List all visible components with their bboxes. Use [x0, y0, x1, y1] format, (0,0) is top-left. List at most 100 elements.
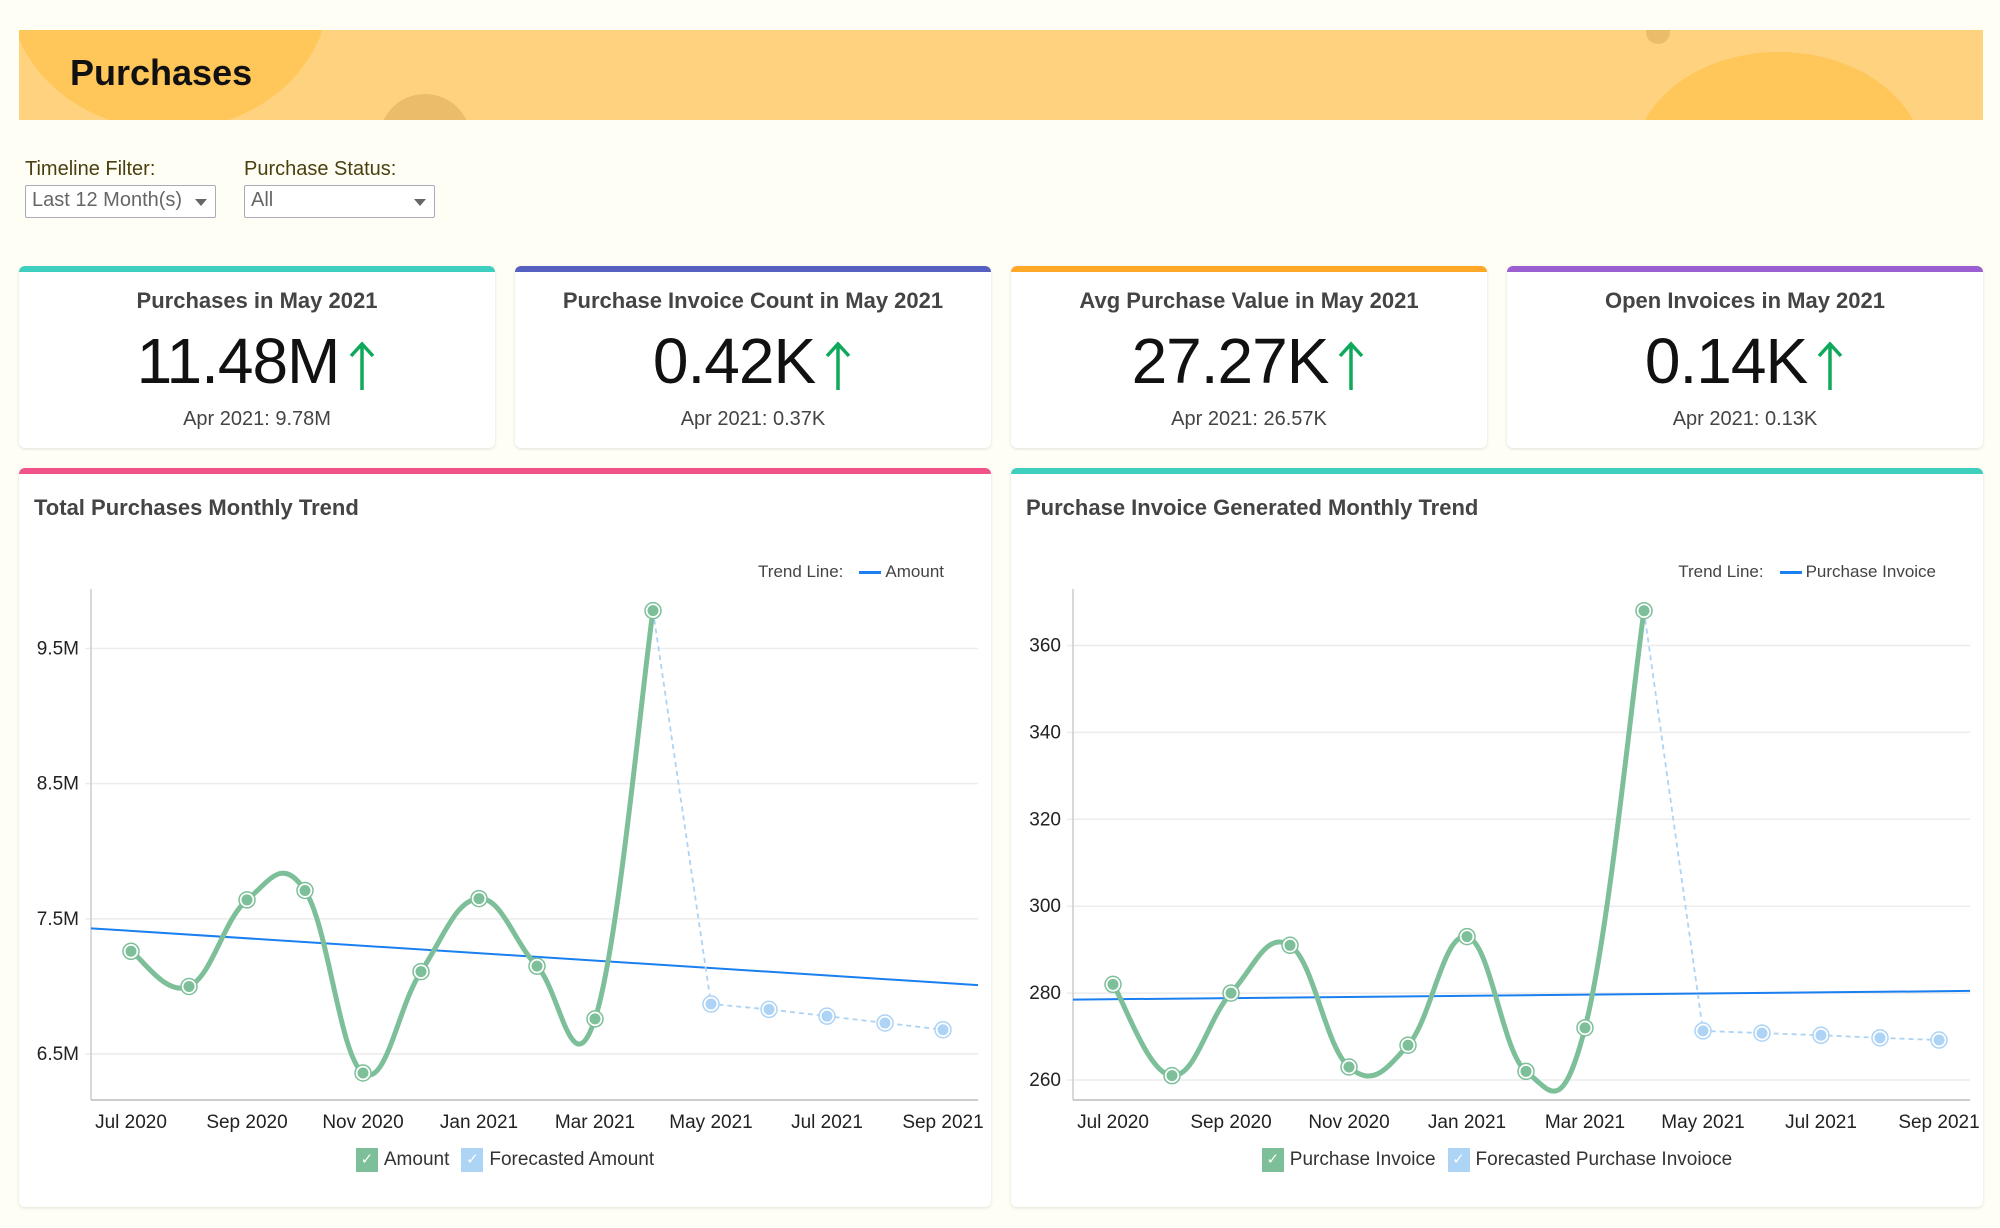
y-tick-label: 300	[1029, 896, 1061, 917]
forecast-point	[821, 1010, 833, 1022]
x-tick-label: Jul 2021	[791, 1112, 863, 1133]
chart-card-invoice-trend: Purchase Invoice Generated Monthly Trend…	[1011, 468, 1983, 1207]
data-point	[1402, 1039, 1414, 1051]
data-point	[589, 1013, 601, 1025]
x-tick-label: Sep 2020	[1190, 1112, 1271, 1133]
x-tick-label: Sep 2021	[1898, 1112, 1979, 1133]
forecast-point	[705, 998, 717, 1010]
kpi-card-invoice-count: Purchase Invoice Count in May 2021 0.42K…	[515, 266, 991, 448]
data-point	[1284, 939, 1296, 951]
data-point	[1225, 987, 1237, 999]
data-point	[299, 884, 311, 896]
legend-label: Purchase Invoice	[1289, 1149, 1436, 1170]
data-point	[183, 980, 195, 992]
legend-label: Forecasted Purchase Invoioce	[1475, 1149, 1733, 1170]
kpi-card-purchases: Purchases in May 2021 11.48M Apr 2021: 9…	[19, 266, 495, 448]
chevron-down-icon	[195, 199, 207, 206]
kpi-card-avg-purchase-value: Avg Purchase Value in May 2021 27.27K Ap…	[1011, 266, 1487, 448]
kpi-previous-value: Apr 2021: 9.78M	[183, 408, 331, 430]
kpi-previous-value: Apr 2021: 26.57K	[1171, 408, 1327, 430]
x-tick-label: Nov 2020	[322, 1112, 403, 1133]
kpi-title: Avg Purchase Value in May 2021	[1079, 288, 1419, 313]
decorative-circle	[1646, 30, 1670, 44]
page-header-banner: Purchases	[19, 30, 1983, 120]
check-icon: ✓	[1447, 1148, 1470, 1172]
y-tick-label: 6.5M	[37, 1044, 79, 1065]
actual-series-line	[1110, 610, 1647, 1094]
trend-line	[1072, 989, 1971, 1001]
line-chart: 260 280 300 320 340 360 Jul 2020 Sep 2020 Nov 20…	[1029, 589, 1980, 1133]
y-tick-label: 360	[1029, 635, 1061, 656]
chart-legend: ✓ Purchase Invoice ✓ Forecasted Purchase…	[1011, 1148, 1983, 1172]
forecast-series-line	[1643, 610, 1940, 1041]
kpi-accent-bar	[19, 266, 495, 272]
actual-series-line	[129, 610, 656, 1078]
timeline-filter-label: Timeline Filter:	[25, 158, 156, 180]
timeline-filter: Timeline Filter: Last 12 Month(s)	[25, 158, 216, 218]
page-title: Purchases	[70, 52, 253, 93]
forecast-point	[1697, 1025, 1709, 1037]
y-tick-label: 8.5M	[37, 774, 79, 795]
arrow-up-icon	[825, 341, 851, 390]
kpi-value: 11.48M	[136, 325, 341, 397]
kpi-previous-value: Apr 2021: 0.37K	[680, 408, 826, 430]
data-point	[1107, 978, 1119, 990]
x-tick-label: Jul 2020	[1077, 1112, 1149, 1133]
forecast-point	[1815, 1029, 1827, 1041]
legend-item-actual[interactable]: ✓ Amount	[355, 1148, 450, 1172]
arrow-up-icon	[1339, 341, 1364, 390]
check-icon: ✓	[461, 1148, 484, 1172]
y-tick-label: 280	[1029, 983, 1061, 1004]
x-tick-label: Sep 2020	[206, 1112, 287, 1133]
line-chart: 6.5M 7.5M 8.5M 9.5M Jul 2020 Sep 2020 Nov 2020…	[37, 589, 984, 1133]
legend-item-actual[interactable]: ✓ Purchase Invoice	[1261, 1148, 1436, 1172]
timeline-filter-select[interactable]: Last 12 Month(s)	[25, 185, 216, 218]
forecast-point	[937, 1024, 949, 1036]
purchase-status-label: Purchase Status:	[244, 158, 397, 180]
data-point	[241, 894, 253, 906]
kpi-title: Purchase Invoice Count in May 2021	[562, 288, 944, 313]
legend-label: Amount	[383, 1149, 450, 1170]
purchase-status-filter: Purchase Status: All	[244, 158, 435, 218]
arrow-up-icon	[350, 341, 375, 390]
chevron-down-icon	[414, 199, 426, 206]
legend-item-forecast[interactable]: ✓ Forecasted Purchase Invoioce	[1447, 1148, 1733, 1172]
x-tick-label: Mar 2021	[555, 1112, 635, 1133]
data-point	[1638, 605, 1650, 617]
kpi-card-open-invoices: Open Invoices in May 2021 0.14K Apr 2021…	[1507, 266, 1983, 448]
kpi-previous-value: Apr 2021: 0.13K	[1672, 408, 1818, 430]
data-point	[1579, 1022, 1591, 1034]
check-icon: ✓	[1261, 1148, 1284, 1172]
kpi-title: Open Invoices in May 2021	[1604, 288, 1885, 313]
x-tick-label: Jul 2020	[95, 1112, 167, 1133]
x-tick-label: Mar 2021	[1545, 1112, 1625, 1133]
y-tick-label: 7.5M	[37, 909, 79, 930]
x-tick-label: Jan 2021	[440, 1112, 518, 1133]
forecast-point	[879, 1017, 891, 1029]
chart-card-total-purchases: Total Purchases Monthly Trend Trend Line…	[19, 468, 991, 1207]
x-tick-label: Jul 2021	[1785, 1112, 1857, 1133]
x-tick-label: May 2021	[1661, 1112, 1744, 1133]
kpi-accent-bar	[1507, 266, 1983, 272]
data-point	[647, 605, 659, 617]
kpi-accent-bar	[1011, 266, 1487, 272]
decorative-circle	[379, 94, 471, 120]
data-point	[473, 893, 485, 905]
y-tick-label: 9.5M	[37, 638, 79, 659]
forecast-point	[1933, 1034, 1945, 1046]
data-point	[1520, 1065, 1532, 1077]
data-point	[1166, 1070, 1178, 1082]
forecast-point	[1874, 1032, 1886, 1044]
y-tick-label: 340	[1029, 722, 1061, 743]
y-tick-label: 260	[1029, 1070, 1061, 1091]
data-point	[1461, 931, 1473, 943]
kpi-title: Purchases in May 2021	[136, 288, 378, 313]
kpi-value: 0.42K	[652, 325, 816, 397]
forecast-point	[763, 1003, 775, 1015]
arrow-up-icon	[1817, 341, 1843, 390]
legend-label: Forecasted Amount	[489, 1149, 655, 1170]
legend-item-forecast[interactable]: ✓ Forecasted Amount	[461, 1148, 654, 1172]
purchase-status-select[interactable]: All	[244, 185, 435, 218]
data-point	[415, 966, 427, 978]
data-point	[531, 960, 543, 972]
